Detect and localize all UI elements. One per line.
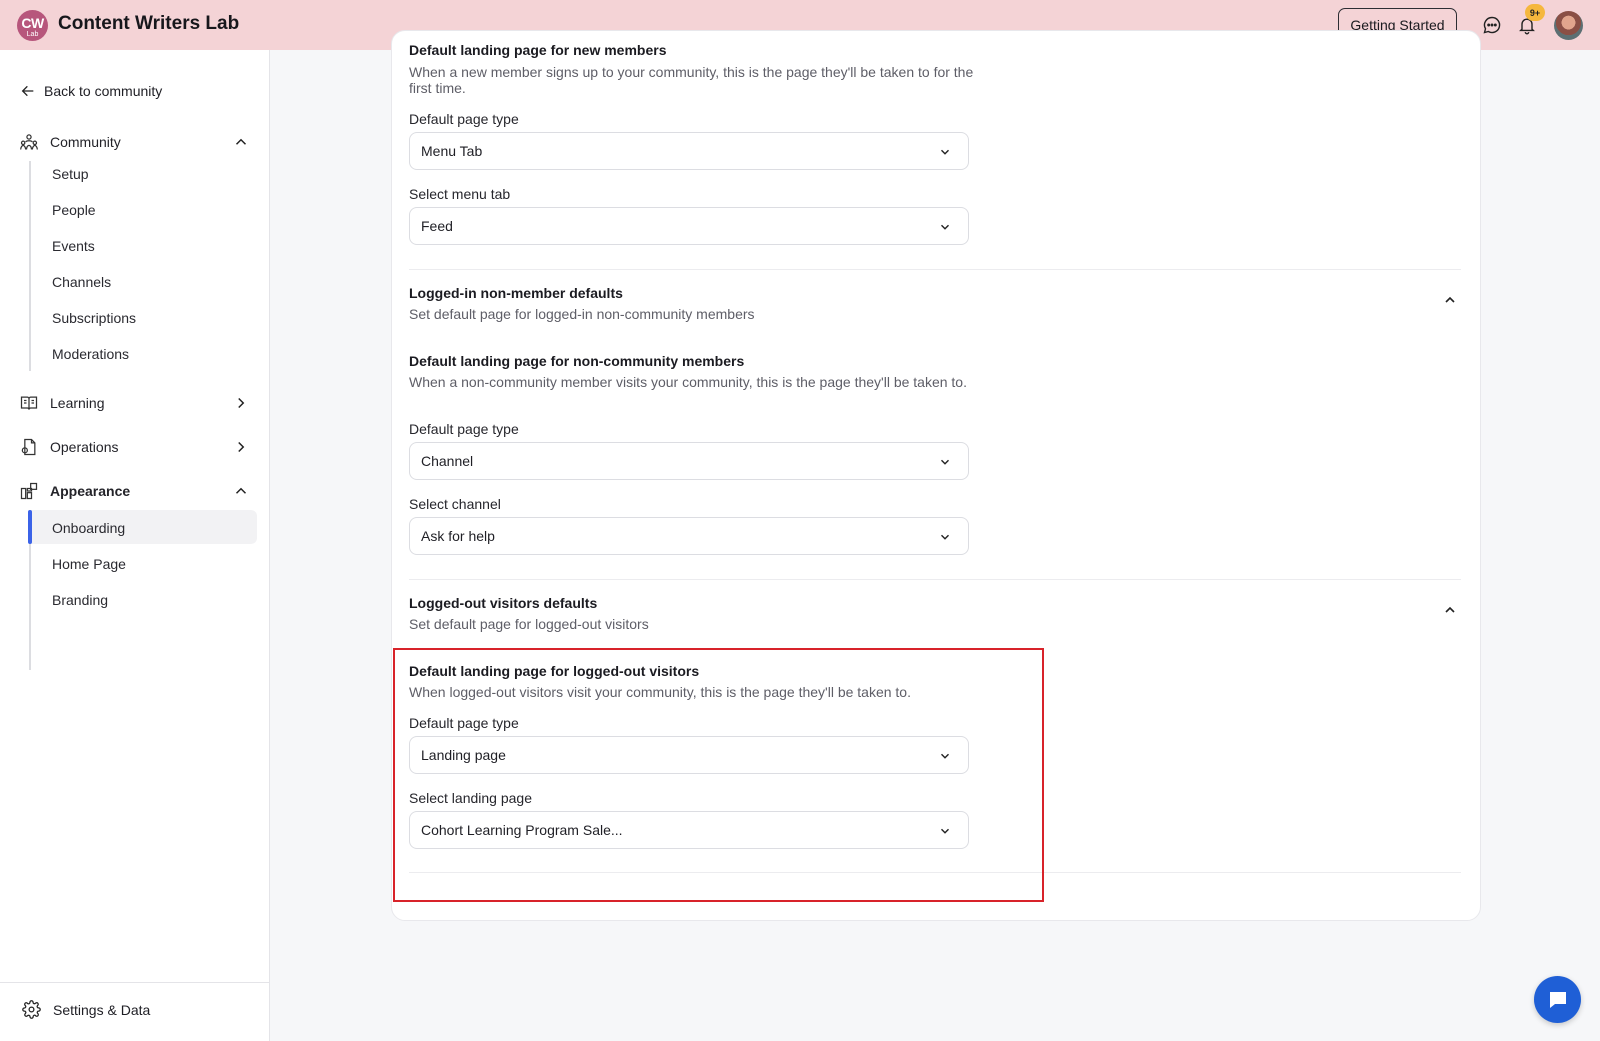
non-member-channel-label: Select channel: [409, 496, 501, 512]
sidebar-item-events[interactable]: Events: [52, 238, 95, 254]
sidebar-group-appearance[interactable]: Appearance: [18, 478, 250, 504]
book-icon: [18, 392, 40, 414]
notification-badge: 9+: [1525, 4, 1545, 21]
new-members-menu-tab-label: Select menu tab: [409, 186, 511, 202]
document-icon: [18, 436, 40, 458]
sidebar-item-onboarding[interactable]: Onboarding: [52, 520, 125, 536]
gear-icon: [22, 1000, 41, 1019]
non-member-channel-select[interactable]: Ask for help: [409, 517, 969, 555]
sidebar: Back to community Community Setup People…: [0, 50, 270, 1041]
new-members-landing-description: When a new member signs up to your commu…: [409, 64, 974, 96]
logged-out-section-subtitle: Set default page for logged-out visitors: [409, 616, 649, 632]
collapse-section-icon[interactable]: [1442, 292, 1458, 308]
chevron-up-icon: [235, 138, 247, 145]
chevron-up-icon: [235, 487, 247, 494]
logged-out-section-title: Logged-out visitors defaults: [409, 595, 598, 611]
non-member-section-title: Logged-in non-member defaults: [409, 285, 623, 301]
sidebar-item-home-page[interactable]: Home Page: [52, 556, 126, 572]
chevron-right-icon: [238, 441, 245, 453]
back-label: Back to community: [44, 83, 163, 99]
sidebar-item-moderations[interactable]: Moderations: [52, 346, 129, 362]
submenu-line: [29, 161, 31, 371]
non-member-section-subtitle: Set default page for logged-in non-commu…: [409, 306, 755, 322]
sidebar-item-channels[interactable]: Channels: [52, 274, 111, 290]
chevron-right-icon: [238, 397, 245, 409]
sidebar-group-operations[interactable]: Operations: [18, 434, 250, 460]
sidebar-item-branding[interactable]: Branding: [52, 592, 108, 608]
chevron-down-icon: [941, 534, 949, 540]
non-member-page-type-label: Default page type: [409, 421, 519, 437]
active-item-indicator: [28, 510, 32, 544]
section-divider: [409, 579, 1461, 580]
chevron-down-icon: [941, 149, 949, 155]
support-chat-button[interactable]: [1534, 976, 1581, 1023]
new-members-menu-tab-select[interactable]: Feed: [409, 207, 969, 245]
select-value: Channel: [421, 453, 474, 469]
layout-icon: [18, 480, 40, 502]
chat-icon[interactable]: [1479, 12, 1505, 38]
sidebar-group-community[interactable]: Community: [18, 129, 250, 155]
settings-data-link[interactable]: Settings & Data: [22, 1000, 150, 1019]
community-logo[interactable]: CW Lab: [17, 10, 48, 41]
non-member-landing-description: When a non-community member visits your …: [409, 374, 967, 390]
app-title[interactable]: Content Writers Lab: [58, 13, 239, 35]
sidebar-group-learning[interactable]: Learning: [18, 390, 250, 416]
sidebar-group-label: Appearance: [50, 483, 131, 499]
non-member-page-type-select[interactable]: Channel: [409, 442, 969, 480]
highlight-box: [393, 648, 1044, 902]
new-members-page-type-label: Default page type: [409, 111, 519, 127]
new-members-landing-title: Default landing page for new members: [409, 42, 667, 58]
chevron-down-icon: [941, 224, 949, 230]
non-member-landing-title: Default landing page for non-community m…: [409, 353, 745, 369]
chat-bubble-icon: [1549, 991, 1566, 1008]
avatar[interactable]: [1554, 11, 1583, 40]
logo-subtext: Lab: [26, 30, 39, 38]
select-value: Menu Tab: [421, 143, 483, 159]
back-to-community-link[interactable]: Back to community: [20, 83, 162, 99]
settings-label: Settings & Data: [53, 1001, 151, 1018]
new-members-page-type-select[interactable]: Menu Tab: [409, 132, 969, 170]
sidebar-divider: [0, 982, 269, 983]
arrow-left-icon: [21, 85, 34, 97]
sidebar-group-label: Operations: [50, 439, 119, 455]
chevron-down-icon: [941, 459, 949, 465]
collapse-section-icon[interactable]: [1442, 602, 1458, 618]
select-value: Ask for help: [421, 528, 495, 544]
logo-text: CW: [21, 14, 44, 31]
section-divider: [409, 269, 1461, 270]
sidebar-group-label: Learning: [50, 395, 105, 411]
sidebar-group-label: Community: [50, 134, 121, 150]
sidebar-item-subscriptions[interactable]: Subscriptions: [52, 310, 136, 326]
sidebar-item-setup[interactable]: Setup: [52, 166, 89, 182]
community-icon: [18, 131, 40, 153]
sidebar-item-people[interactable]: People: [52, 202, 96, 218]
select-value: Feed: [421, 218, 453, 234]
